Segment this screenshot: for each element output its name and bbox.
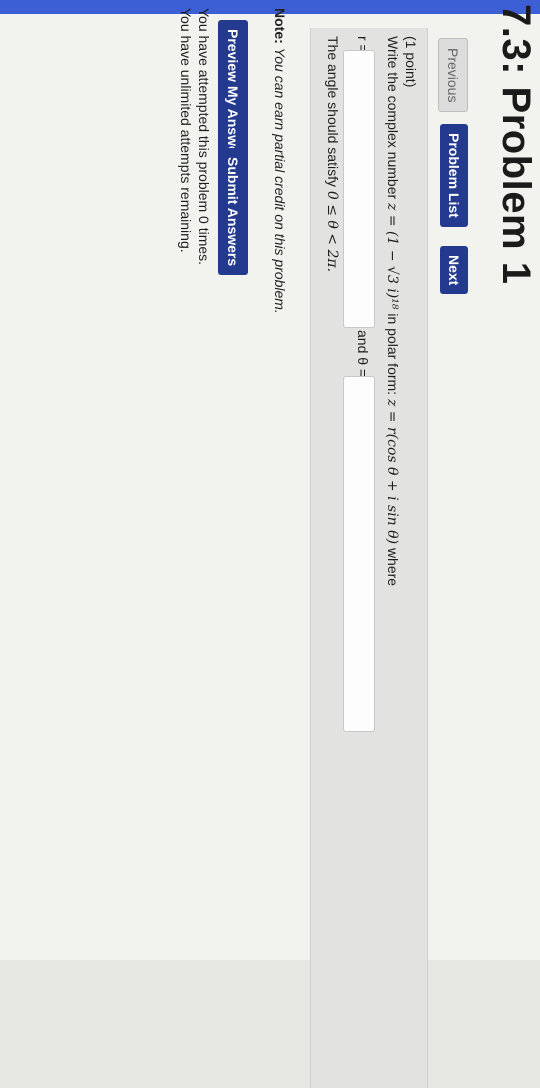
rotated-page: 7.3: Problem 1 Previous Problem List Nex… [0, 0, 540, 1088]
polar-form-math: z = r(cos θ + i sin θ) [384, 398, 400, 545]
attempts-text: You have attempted this problem 0 times. [196, 8, 212, 266]
question-suffix: where [385, 547, 401, 587]
partial-credit-note: Note: You can earn partial credit on thi… [272, 8, 288, 314]
note-text: You can earn partial credit on this prob… [272, 47, 288, 314]
problem-list-button[interactable]: Problem List [440, 124, 468, 227]
note-label: Note: [272, 8, 288, 44]
question-prefix: Write the complex number [385, 36, 401, 200]
submit-answers-button[interactable]: Submit Answers [218, 148, 248, 276]
theta-input[interactable] [343, 376, 375, 732]
question-math: z = (1 − √3 i)¹⁸ [384, 203, 400, 310]
problem-box: (1 point) Write the complex number z = (… [310, 28, 428, 1088]
page-title: 7.3: Problem 1 [494, 4, 538, 285]
points-label: (1 point) [403, 36, 419, 88]
r-input[interactable] [343, 50, 375, 328]
remaining-attempts-text: You have unlimited attempts remaining. [178, 8, 194, 253]
angle-condition-math: 0 ≤ θ < 2π. [324, 190, 340, 273]
previous-button[interactable]: Previous [438, 38, 468, 113]
and-theta-label: and θ = [355, 330, 371, 378]
question-text: Write the complex number z = (1 − √3 i)¹… [384, 36, 401, 586]
next-button[interactable]: Next [440, 246, 468, 295]
page-edge-accent [0, 0, 540, 14]
angle-condition-prefix: The angle should satisfy [325, 36, 341, 187]
angle-condition: The angle should satisfy 0 ≤ θ < 2π. [324, 36, 341, 272]
question-mid: in polar form: [385, 313, 401, 396]
